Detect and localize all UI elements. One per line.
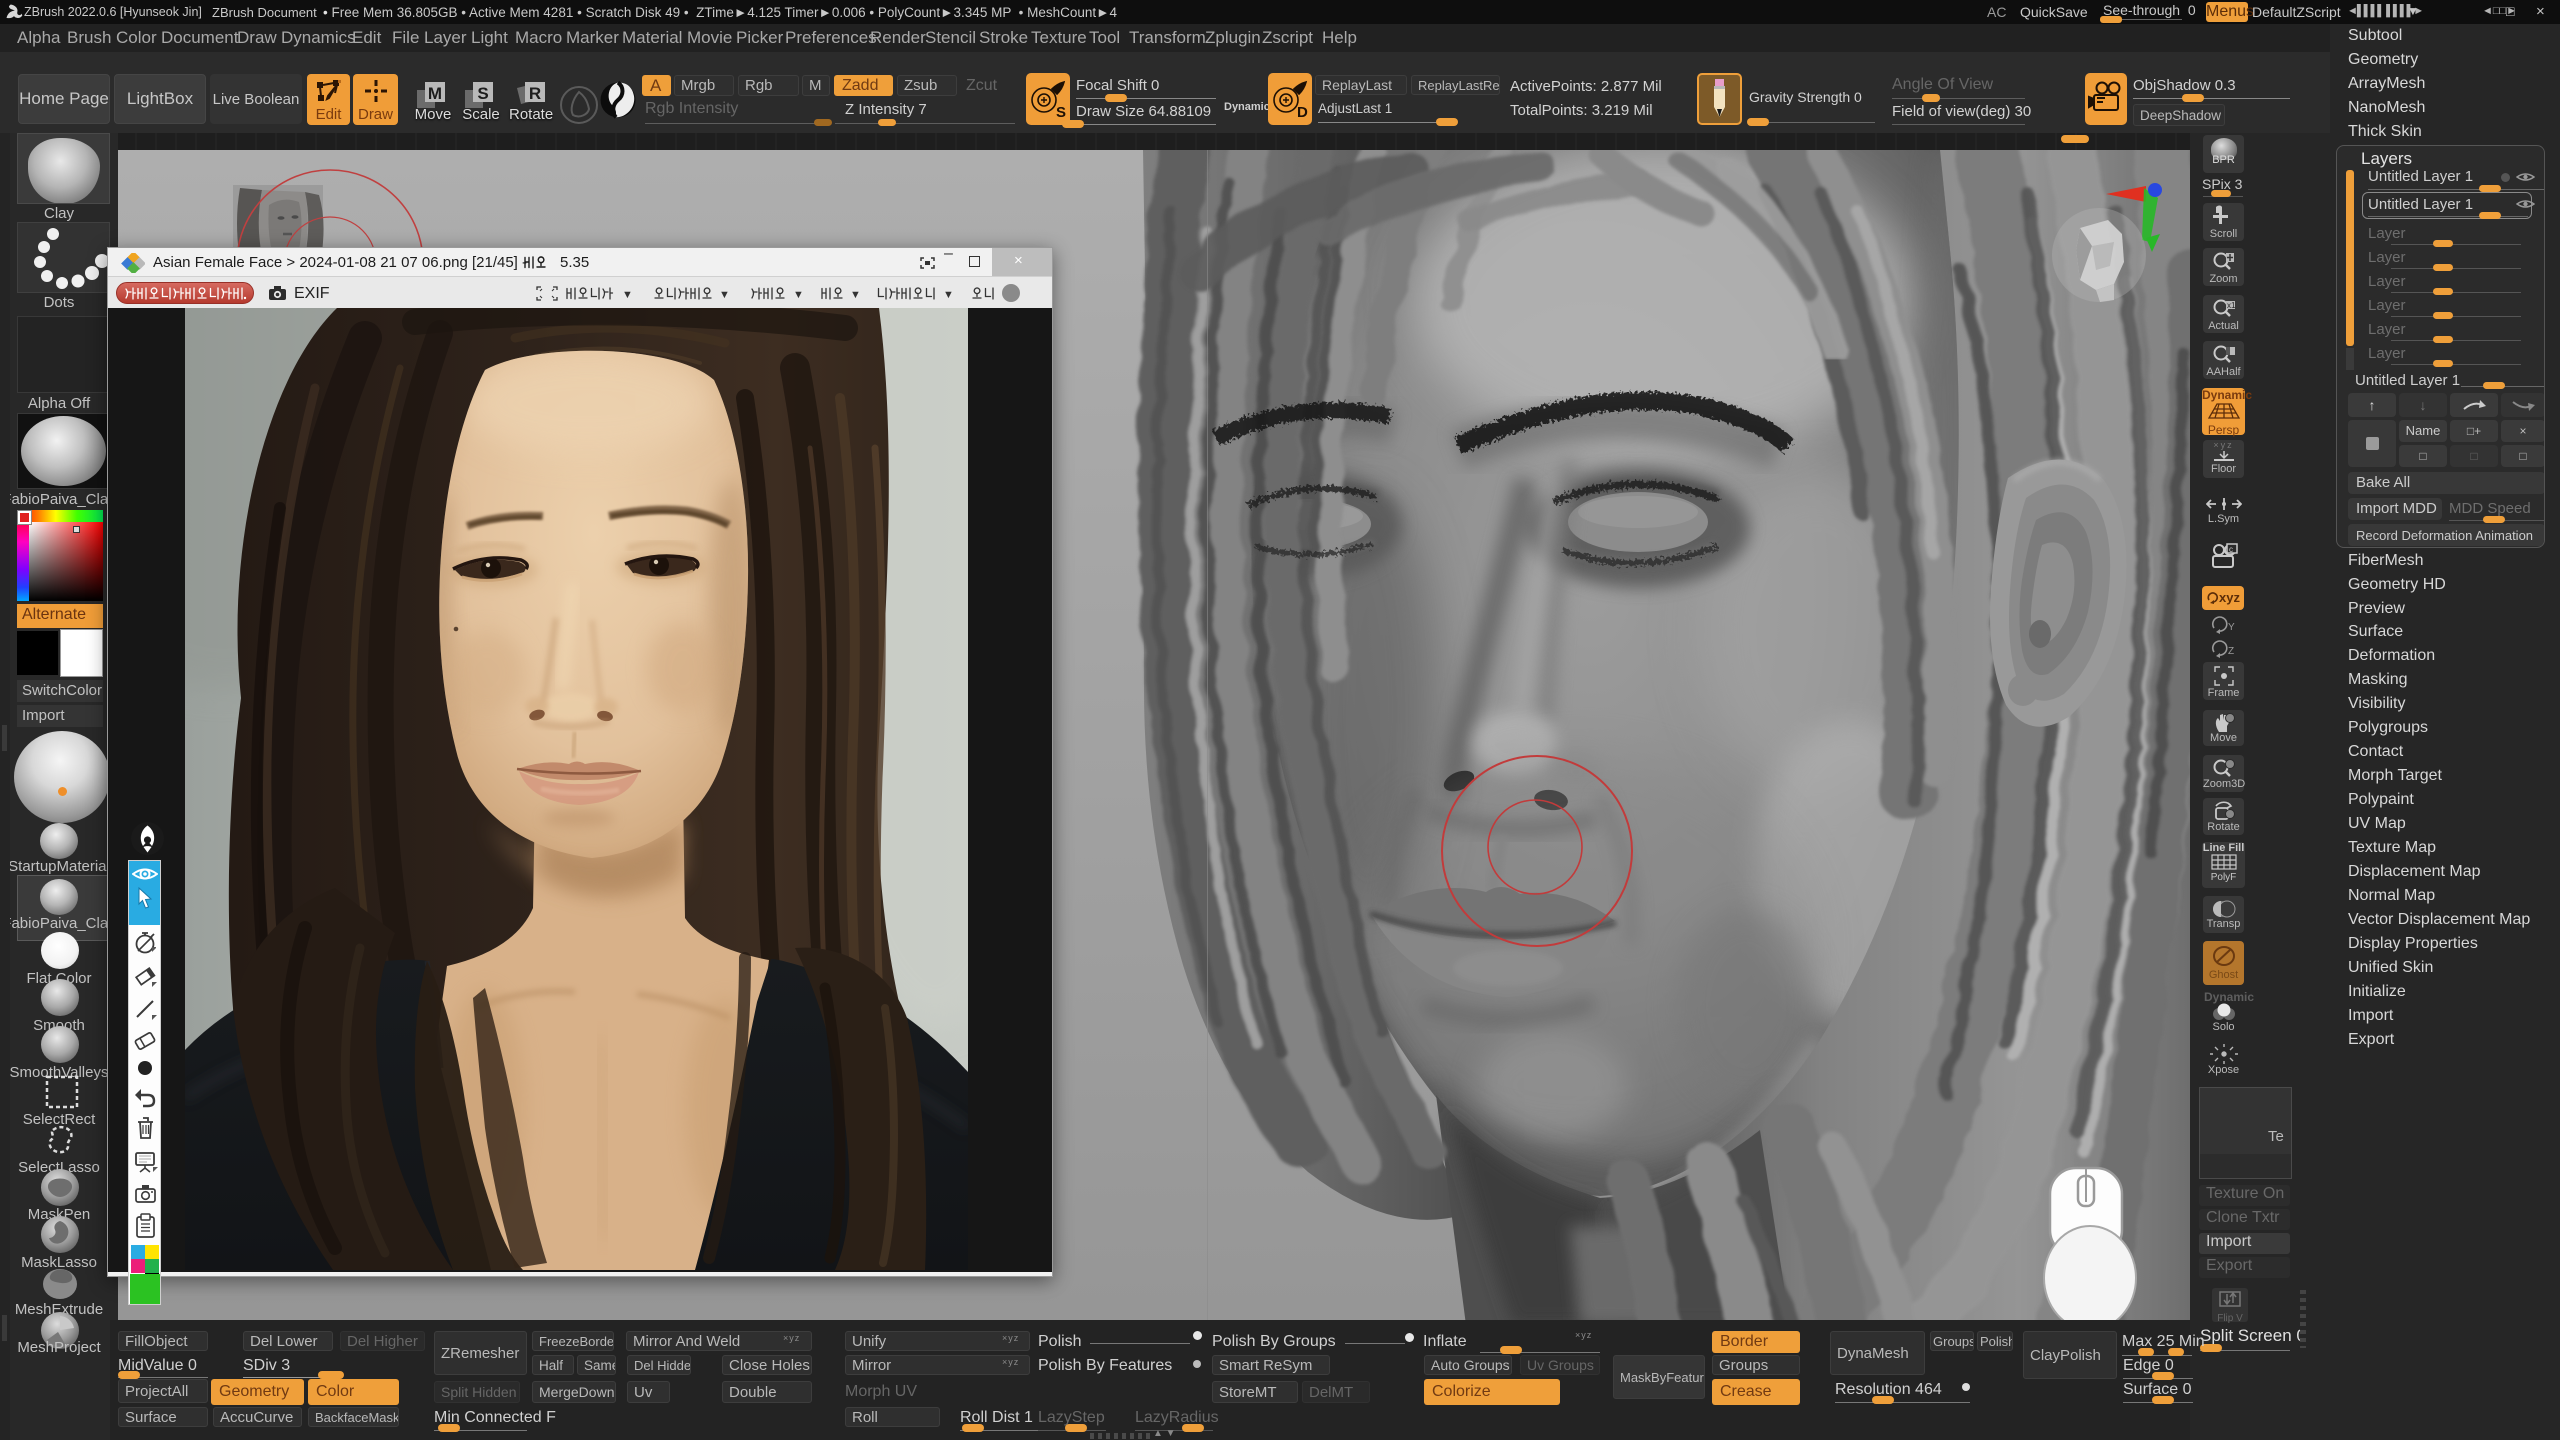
svg-text:Y: Y [2228,622,2235,633]
svg-text:S: S [1056,104,1066,121]
svg-text:R: R [529,84,541,103]
svg-text:D: D [1297,104,1308,121]
svg-text:S: S [477,84,488,103]
svg-text:c: c [2229,545,2233,554]
svg-text:x1: x1 [2227,301,2236,310]
svg-text:M: M [428,84,442,103]
svg-text:Z: Z [2228,646,2234,657]
